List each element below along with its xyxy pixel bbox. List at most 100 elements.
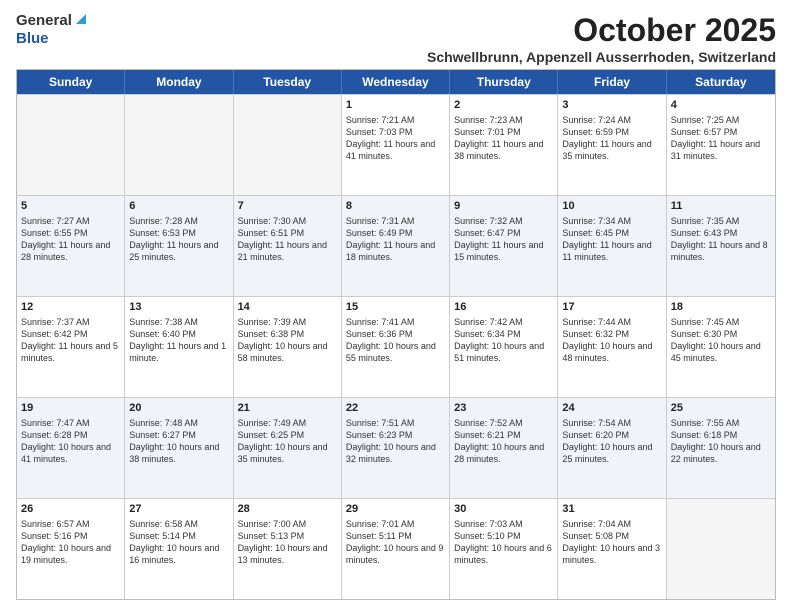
calendar-row-5: 26Sunrise: 6:57 AM Sunset: 5:16 PM Dayli…: [17, 498, 775, 599]
cal-cell-3-6: 17Sunrise: 7:44 AM Sunset: 6:32 PM Dayli…: [558, 297, 666, 397]
cell-info: Sunrise: 7:03 AM Sunset: 5:10 PM Dayligh…: [454, 518, 553, 567]
cell-date: 26: [21, 502, 120, 517]
cell-date: 13: [129, 300, 228, 315]
cal-cell-5-3: 28Sunrise: 7:00 AM Sunset: 5:13 PM Dayli…: [234, 499, 342, 599]
cell-info: Sunrise: 7:32 AM Sunset: 6:47 PM Dayligh…: [454, 215, 553, 264]
cell-info: Sunrise: 7:28 AM Sunset: 6:53 PM Dayligh…: [129, 215, 228, 264]
cal-cell-2-1: 5Sunrise: 7:27 AM Sunset: 6:55 PM Daylig…: [17, 196, 125, 296]
cell-info: Sunrise: 7:44 AM Sunset: 6:32 PM Dayligh…: [562, 316, 661, 365]
cell-date: 8: [346, 199, 445, 214]
cell-date: 12: [21, 300, 120, 315]
cell-info: Sunrise: 7:39 AM Sunset: 6:38 PM Dayligh…: [238, 316, 337, 365]
calendar-row-4: 19Sunrise: 7:47 AM Sunset: 6:28 PM Dayli…: [17, 397, 775, 498]
cell-date: 28: [238, 502, 337, 517]
cal-cell-5-2: 27Sunrise: 6:58 AM Sunset: 5:14 PM Dayli…: [125, 499, 233, 599]
cell-date: 27: [129, 502, 228, 517]
cell-info: Sunrise: 7:35 AM Sunset: 6:43 PM Dayligh…: [671, 215, 771, 264]
cal-cell-4-1: 19Sunrise: 7:47 AM Sunset: 6:28 PM Dayli…: [17, 398, 125, 498]
cell-info: Sunrise: 7:31 AM Sunset: 6:49 PM Dayligh…: [346, 215, 445, 264]
cell-info: Sunrise: 7:37 AM Sunset: 6:42 PM Dayligh…: [21, 316, 120, 365]
cell-date: 21: [238, 401, 337, 416]
cal-cell-1-6: 3Sunrise: 7:24 AM Sunset: 6:59 PM Daylig…: [558, 95, 666, 195]
cell-date: 24: [562, 401, 661, 416]
cell-info: Sunrise: 7:00 AM Sunset: 5:13 PM Dayligh…: [238, 518, 337, 567]
logo: General Blue: [16, 12, 88, 48]
cal-cell-3-3: 14Sunrise: 7:39 AM Sunset: 6:38 PM Dayli…: [234, 297, 342, 397]
cell-date: 4: [671, 98, 771, 113]
cell-date: 20: [129, 401, 228, 416]
cal-cell-4-5: 23Sunrise: 7:52 AM Sunset: 6:21 PM Dayli…: [450, 398, 558, 498]
cal-cell-5-7: [667, 499, 775, 599]
cell-info: Sunrise: 7:30 AM Sunset: 6:51 PM Dayligh…: [238, 215, 337, 264]
cell-info: Sunrise: 7:48 AM Sunset: 6:27 PM Dayligh…: [129, 417, 228, 466]
cell-info: Sunrise: 7:41 AM Sunset: 6:36 PM Dayligh…: [346, 316, 445, 365]
cell-info: Sunrise: 7:55 AM Sunset: 6:18 PM Dayligh…: [671, 417, 771, 466]
cell-info: Sunrise: 7:21 AM Sunset: 7:03 PM Dayligh…: [346, 114, 445, 163]
cell-info: Sunrise: 7:23 AM Sunset: 7:01 PM Dayligh…: [454, 114, 553, 163]
col-header-thursday: Thursday: [450, 70, 558, 94]
title-block: October 2025 Schwellbrunn, Appenzell Aus…: [427, 12, 776, 65]
calendar-body: 1Sunrise: 7:21 AM Sunset: 7:03 PM Daylig…: [17, 94, 775, 599]
col-header-tuesday: Tuesday: [234, 70, 342, 94]
cal-cell-4-7: 25Sunrise: 7:55 AM Sunset: 6:18 PM Dayli…: [667, 398, 775, 498]
cell-info: Sunrise: 7:45 AM Sunset: 6:30 PM Dayligh…: [671, 316, 771, 365]
cal-cell-3-4: 15Sunrise: 7:41 AM Sunset: 6:36 PM Dayli…: [342, 297, 450, 397]
cell-info: Sunrise: 7:42 AM Sunset: 6:34 PM Dayligh…: [454, 316, 553, 365]
cell-info: Sunrise: 7:49 AM Sunset: 6:25 PM Dayligh…: [238, 417, 337, 466]
cal-cell-3-2: 13Sunrise: 7:38 AM Sunset: 6:40 PM Dayli…: [125, 297, 233, 397]
cal-cell-2-4: 8Sunrise: 7:31 AM Sunset: 6:49 PM Daylig…: [342, 196, 450, 296]
cell-date: 3: [562, 98, 661, 113]
cell-date: 18: [671, 300, 771, 315]
cell-date: 15: [346, 300, 445, 315]
cell-date: 7: [238, 199, 337, 214]
cell-info: Sunrise: 7:38 AM Sunset: 6:40 PM Dayligh…: [129, 316, 228, 365]
cell-info: Sunrise: 7:27 AM Sunset: 6:55 PM Dayligh…: [21, 215, 120, 264]
cell-date: 14: [238, 300, 337, 315]
cell-date: 30: [454, 502, 553, 517]
cell-date: 2: [454, 98, 553, 113]
col-header-friday: Friday: [558, 70, 666, 94]
logo-blue-text: Blue: [16, 30, 49, 47]
cell-date: 11: [671, 199, 771, 214]
cell-info: Sunrise: 7:24 AM Sunset: 6:59 PM Dayligh…: [562, 114, 661, 163]
cal-cell-2-5: 9Sunrise: 7:32 AM Sunset: 6:47 PM Daylig…: [450, 196, 558, 296]
cell-date: 22: [346, 401, 445, 416]
calendar-row-1: 1Sunrise: 7:21 AM Sunset: 7:03 PM Daylig…: [17, 94, 775, 195]
header: General Blue October 2025 Schwellbrunn, …: [16, 12, 776, 65]
cell-info: Sunrise: 6:58 AM Sunset: 5:14 PM Dayligh…: [129, 518, 228, 567]
cal-cell-1-3: [234, 95, 342, 195]
cal-cell-4-6: 24Sunrise: 7:54 AM Sunset: 6:20 PM Dayli…: [558, 398, 666, 498]
cal-cell-5-5: 30Sunrise: 7:03 AM Sunset: 5:10 PM Dayli…: [450, 499, 558, 599]
cell-date: 10: [562, 199, 661, 214]
logo-triangle-icon: [74, 12, 88, 30]
cell-date: 25: [671, 401, 771, 416]
cell-date: 9: [454, 199, 553, 214]
cell-info: Sunrise: 7:01 AM Sunset: 5:11 PM Dayligh…: [346, 518, 445, 567]
cell-info: Sunrise: 7:51 AM Sunset: 6:23 PM Dayligh…: [346, 417, 445, 466]
logo-general-text: General: [16, 12, 72, 30]
cal-cell-4-3: 21Sunrise: 7:49 AM Sunset: 6:25 PM Dayli…: [234, 398, 342, 498]
col-header-wednesday: Wednesday: [342, 70, 450, 94]
cell-info: Sunrise: 7:25 AM Sunset: 6:57 PM Dayligh…: [671, 114, 771, 163]
cell-info: Sunrise: 7:04 AM Sunset: 5:08 PM Dayligh…: [562, 518, 661, 567]
cal-cell-1-4: 1Sunrise: 7:21 AM Sunset: 7:03 PM Daylig…: [342, 95, 450, 195]
cell-date: 17: [562, 300, 661, 315]
cal-cell-2-2: 6Sunrise: 7:28 AM Sunset: 6:53 PM Daylig…: [125, 196, 233, 296]
cal-cell-1-5: 2Sunrise: 7:23 AM Sunset: 7:01 PM Daylig…: [450, 95, 558, 195]
cell-date: 16: [454, 300, 553, 315]
calendar-row-3: 12Sunrise: 7:37 AM Sunset: 6:42 PM Dayli…: [17, 296, 775, 397]
cal-cell-3-5: 16Sunrise: 7:42 AM Sunset: 6:34 PM Dayli…: [450, 297, 558, 397]
cell-date: 31: [562, 502, 661, 517]
cell-date: 1: [346, 98, 445, 113]
cell-info: Sunrise: 6:57 AM Sunset: 5:16 PM Dayligh…: [21, 518, 120, 567]
cell-info: Sunrise: 7:47 AM Sunset: 6:28 PM Dayligh…: [21, 417, 120, 466]
calendar-row-2: 5Sunrise: 7:27 AM Sunset: 6:55 PM Daylig…: [17, 195, 775, 296]
cal-cell-2-7: 11Sunrise: 7:35 AM Sunset: 6:43 PM Dayli…: [667, 196, 775, 296]
cell-date: 5: [21, 199, 120, 214]
cal-cell-2-3: 7Sunrise: 7:30 AM Sunset: 6:51 PM Daylig…: [234, 196, 342, 296]
cal-cell-5-4: 29Sunrise: 7:01 AM Sunset: 5:11 PM Dayli…: [342, 499, 450, 599]
location: Schwellbrunn, Appenzell Ausserrhoden, Sw…: [427, 49, 776, 65]
cal-cell-3-7: 18Sunrise: 7:45 AM Sunset: 6:30 PM Dayli…: [667, 297, 775, 397]
cal-cell-1-7: 4Sunrise: 7:25 AM Sunset: 6:57 PM Daylig…: [667, 95, 775, 195]
cal-cell-4-2: 20Sunrise: 7:48 AM Sunset: 6:27 PM Dayli…: [125, 398, 233, 498]
